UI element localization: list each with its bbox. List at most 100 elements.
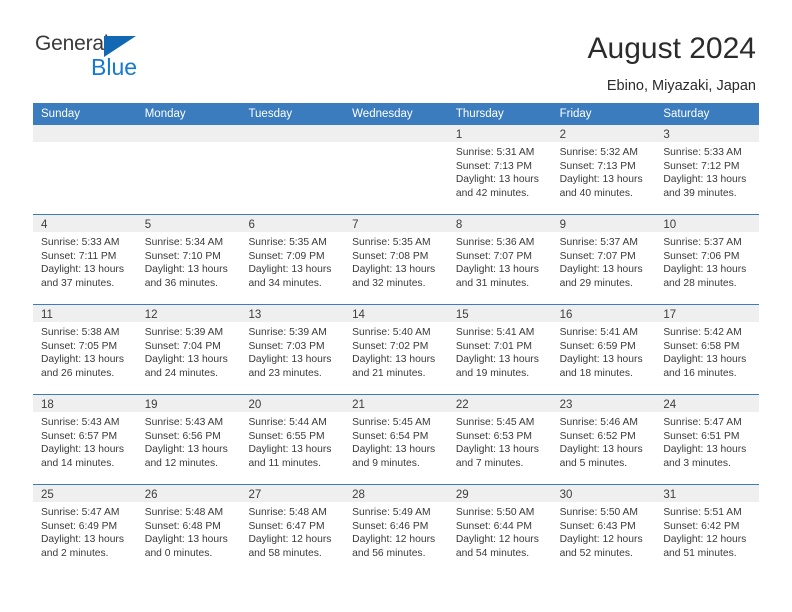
day-number: 19 [144,399,158,411]
brand-name-blue: Blue [91,54,138,80]
day-cell[interactable]: 31 Sunrise: 5:51 AM Sunset: 6:42 PM Dayligh… [655,485,760,574]
daylight-text: Daylight: 13 hours [248,354,332,366]
day-cell[interactable]: 13 Sunrise: 5:39 AM Sunset: 7:03 PM Dayligh… [240,305,345,394]
day-details: Sunrise: 5:47 AM Sunset: 6:49 PM Daylight:… [33,502,137,560]
daylight-text: and 18 minutes. [559,367,633,379]
day-number-band [240,125,345,142]
daylight-text: Daylight: 13 hours [663,444,747,456]
day-cell[interactable]: 15 Sunrise: 5:41 AM Sunset: 7:01 PM Dayligh… [447,305,552,394]
day-details: Sunrise: 5:50 AM Sunset: 6:44 PM Daylight:… [448,502,552,560]
day-number: 14 [352,309,365,321]
daylight-text: Daylight: 13 hours [455,264,539,276]
day-details: Sunrise: 5:33 AM Sunset: 7:11 PM Daylight:… [33,232,137,290]
day-details: Sunrise: 5:32 AM Sunset: 7:13 PM Daylight:… [552,142,656,200]
day-cell[interactable]: 2 Sunrise: 5:32 AM Sunset: 7:13 PM Daylight… [551,125,656,214]
day-number-band: 10 [655,215,760,232]
day-cell[interactable]: 20 Sunrise: 5:44 AM Sunset: 6:55 PM Dayligh… [240,395,345,484]
day-cell[interactable]: 3 Sunrise: 5:33 AM Sunset: 7:12 PM Daylight… [655,125,760,214]
day-number: 1 [455,129,463,141]
sunset-text: Sunset: 6:52 PM [559,430,636,442]
day-cell[interactable]: 19 Sunrise: 5:43 AM Sunset: 6:56 PM Dayligh… [136,395,241,484]
day-details: Sunrise: 5:41 AM Sunset: 6:59 PM Daylight:… [552,322,656,380]
sunset-text: Sunset: 7:01 PM [455,340,533,352]
day-number-band: 25 [33,485,137,502]
daylight-text: and 3 minutes. [663,457,731,469]
daylight-text: and 5 minutes. [559,457,628,469]
day-cell[interactable]: 23 Sunrise: 5:46 AM Sunset: 6:52 PM Dayligh… [551,395,656,484]
day-details: Sunrise: 5:35 AM Sunset: 7:08 PM Daylight:… [344,232,448,290]
day-details: Sunrise: 5:40 AM Sunset: 7:02 PM Daylight:… [344,322,448,380]
day-cell[interactable]: 17 Sunrise: 5:42 AM Sunset: 6:58 PM Dayligh… [655,305,760,394]
day-details: Sunrise: 5:46 AM Sunset: 6:52 PM Daylight:… [552,412,656,470]
sunset-text: Sunset: 7:05 PM [41,340,118,352]
day-cell[interactable]: 6 Sunrise: 5:35 AM Sunset: 7:09 PM Daylight… [240,215,345,304]
day-cell[interactable]: 27 Sunrise: 5:48 AM Sunset: 6:47 PM Dayligh… [240,485,345,574]
day-cell[interactable]: 22 Sunrise: 5:45 AM Sunset: 6:53 PM Dayligh… [447,395,552,484]
day-cell[interactable]: 30 Sunrise: 5:50 AM Sunset: 6:43 PM Dayligh… [551,485,656,574]
day-cell[interactable]: 29 Sunrise: 5:50 AM Sunset: 6:44 PM Dayligh… [447,485,552,574]
day-details: Sunrise: 5:33 AM Sunset: 7:12 PM Daylight:… [655,142,759,200]
day-of-week-sunday: Sunday [41,108,81,120]
daylight-text: and 29 minutes. [559,277,633,289]
sunrise-text: Sunrise: 5:45 AM [352,417,431,428]
day-cell[interactable]: 10 Sunrise: 5:37 AM Sunset: 7:06 PM Dayligh… [655,215,760,304]
brand-logo[interactable]: General Blue [35,32,215,84]
sunrise-text: Sunrise: 5:31 AM [455,147,535,158]
day-of-week-tuesday: Tuesday [248,108,293,120]
day-cell[interactable]: 7 Sunrise: 5:35 AM Sunset: 7:08 PM Daylight… [344,215,448,304]
day-cell[interactable]: 9 Sunrise: 5:37 AM Sunset: 7:07 PM Daylight… [551,215,656,304]
daylight-text: and 9 minutes. [352,457,420,469]
day-number: 31 [663,489,677,501]
day-cell[interactable]: 14 Sunrise: 5:40 AM Sunset: 7:02 PM Dayligh… [344,305,448,394]
sunrise-text: Sunrise: 5:48 AM [248,507,327,518]
calendar-week-row: 1 Sunrise: 5:31 AM Sunset: 7:13 PM Daylight… [33,125,760,214]
day-number: 24 [663,399,677,411]
day-number: 20 [248,399,262,411]
day-number-band: 30 [551,485,656,502]
day-number-band: 29 [447,485,552,502]
daylight-text: and 52 minutes. [559,547,633,559]
day-cell[interactable]: 21 Sunrise: 5:45 AM Sunset: 6:54 PM Dayligh… [344,395,448,484]
day-cell[interactable]: 18 Sunrise: 5:43 AM Sunset: 6:57 PM Dayligh… [33,395,137,484]
day-cell[interactable]: 16 Sunrise: 5:41 AM Sunset: 6:59 PM Dayligh… [551,305,656,394]
day-cell[interactable]: 25 Sunrise: 5:47 AM Sunset: 6:49 PM Dayligh… [33,485,137,574]
day-cell[interactable]: 12 Sunrise: 5:39 AM Sunset: 7:04 PM Dayligh… [136,305,241,394]
week-cells: 1 Sunrise: 5:31 AM Sunset: 7:13 PM Daylight… [33,125,760,214]
day-number: 28 [352,489,365,501]
day-cell[interactable]: 11 Sunrise: 5:38 AM Sunset: 7:05 PM Dayligh… [33,305,137,394]
day-cell[interactable]: 1 Sunrise: 5:31 AM Sunset: 7:13 PM Daylight… [447,125,552,214]
day-cell[interactable]: 5 Sunrise: 5:34 AM Sunset: 7:10 PM Daylight… [136,215,241,304]
daylight-text: Daylight: 13 hours [41,444,124,456]
week-cells: 18 Sunrise: 5:43 AM Sunset: 6:57 PM Dayligh… [33,395,760,484]
daylight-text: Daylight: 13 hours [559,444,643,456]
day-number: 3 [663,129,670,141]
daylight-text: and 26 minutes. [41,367,115,379]
day-number: 7 [352,219,359,231]
day-cell[interactable]: 28 Sunrise: 5:49 AM Sunset: 6:46 PM Dayligh… [344,485,448,574]
daylight-text: Daylight: 12 hours [352,534,436,546]
daylight-text: Daylight: 13 hours [352,264,436,276]
sunset-text: Sunset: 6:46 PM [352,520,429,532]
day-number: 13 [248,309,262,321]
day-details: Sunrise: 5:37 AM Sunset: 7:07 PM Daylight:… [552,232,656,290]
day-cell[interactable]: 26 Sunrise: 5:48 AM Sunset: 6:48 PM Dayligh… [136,485,241,574]
day-number: 27 [248,489,262,501]
day-number-band: 15 [447,305,552,322]
day-cell[interactable]: 24 Sunrise: 5:47 AM Sunset: 6:51 PM Dayligh… [655,395,760,484]
daylight-text: Daylight: 13 hours [352,444,436,456]
sunrise-text: Sunrise: 5:41 AM [455,327,535,338]
day-number: 9 [559,219,566,231]
day-number-band: 2 [551,125,656,142]
week-cells: 4 Sunrise: 5:33 AM Sunset: 7:11 PM Daylight… [33,215,760,304]
day-cell[interactable]: 8 Sunrise: 5:36 AM Sunset: 7:07 PM Daylight… [447,215,552,304]
location-subtitle: Ebino, Miyazaki, Japan [606,78,756,94]
daylight-text: and 34 minutes. [248,277,322,289]
calendar-weeks: 1 Sunrise: 5:31 AM Sunset: 7:13 PM Daylight… [33,125,760,574]
day-cell-empty [344,125,448,214]
day-cell[interactable]: 4 Sunrise: 5:33 AM Sunset: 7:11 PM Daylight… [33,215,137,304]
daylight-text: Daylight: 13 hours [41,264,124,276]
sunrise-text: Sunrise: 5:41 AM [559,327,639,338]
sunset-text: Sunset: 6:59 PM [559,340,636,352]
sunrise-text: Sunrise: 5:37 AM [559,237,639,248]
day-of-week-header: Sunday Monday Tuesday Wednesday Thursday Frid… [33,103,759,125]
